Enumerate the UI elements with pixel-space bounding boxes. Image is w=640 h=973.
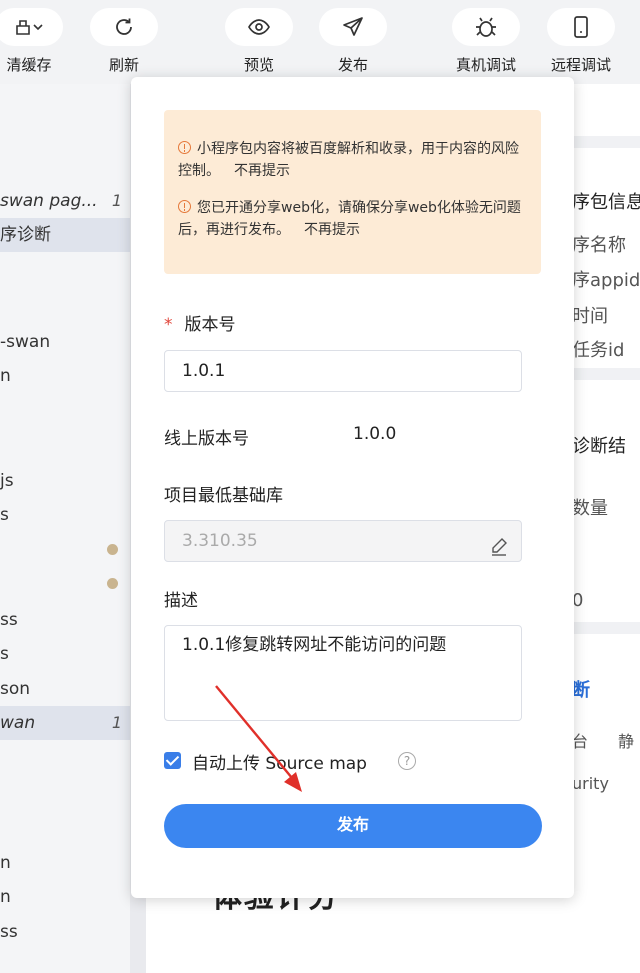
device-debug-label: 真机调试 [455, 56, 516, 74]
clear-cache-button[interactable]: 清缓存 [0, 8, 66, 78]
sourcemap-label: 自动上传 Source map [192, 754, 367, 774]
warning-icon [178, 200, 191, 213]
refresh-button[interactable]: 刷新 [87, 8, 161, 78]
clear-cache-label: 清缓存 [6, 56, 52, 74]
min-lib-label: 项目最低基础库 [164, 486, 283, 506]
diagnosis-heading: 诊断结 [572, 436, 626, 457]
online-version-label: 线上版本号 [164, 429, 249, 449]
tree-item[interactable]: wan 1 [0, 706, 130, 740]
device-debug-button[interactable]: 真机调试 [449, 8, 523, 78]
description-textarea[interactable]: 1.0.1修复跳转网址不能访问的问题 [164, 625, 522, 721]
send-icon [342, 16, 364, 38]
tree-item[interactable]: js [0, 464, 130, 498]
publish-toolbar-label: 发布 [337, 56, 368, 74]
eye-icon [247, 18, 271, 36]
version-label: * 版本号 [164, 315, 236, 335]
notice-box: 小程序包内容将被百度解析和收录，用于内容的风险控制。 不再提示 您已开通分享web… [164, 110, 541, 274]
modified-dot [107, 578, 118, 589]
tree-item[interactable]: n [0, 359, 130, 393]
tab-console[interactable]: 台 [572, 728, 588, 752]
info-row: 序appid [572, 270, 640, 291]
tree-item[interactable]: n [0, 846, 130, 880]
publish-button[interactable]: 发布 [164, 804, 542, 848]
help-icon[interactable]: ? [398, 752, 416, 770]
min-lib-input: 3.310.35 [164, 520, 522, 562]
info-row: 数量 [572, 498, 608, 519]
refresh-icon [113, 16, 135, 38]
online-version-value: 1.0.0 [353, 424, 397, 444]
tree-item[interactable]: -swan [0, 325, 130, 359]
dont-remind-link[interactable]: 不再提示 [304, 222, 360, 238]
tree-item[interactable]: s [0, 498, 130, 532]
package-info-heading: 序包信息 [572, 192, 640, 213]
top-toolbar: 清缓存 刷新 预览 发布 真机调试 远程调试 [0, 0, 640, 84]
notice-item: 小程序包内容将被百度解析和收录，用于内容的风险控制。 不再提示 [178, 141, 519, 179]
clean-cache-icon [14, 17, 44, 37]
tab-diagnosis[interactable]: 断 [572, 676, 590, 702]
version-input[interactable]: 1.0.1 [164, 350, 522, 392]
remote-debug-label: 远程调试 [550, 56, 611, 74]
preview-label: 预览 [243, 56, 274, 74]
info-row: 时间 [572, 306, 608, 327]
tree-item[interactable]: n [0, 880, 130, 914]
notice-item: 您已开通分享web化，请确保分享web化体验无问题后，再进行发布。 不再提示 [178, 200, 521, 238]
tree-item-selected[interactable]: 序诊断 [0, 218, 130, 252]
tree-item[interactable]: son [0, 672, 130, 706]
info-row: 序名称 [572, 235, 626, 256]
tree-item[interactable]: swan pag... 1 [0, 184, 130, 218]
description-label: 描述 [164, 591, 198, 611]
phone-icon [572, 15, 590, 39]
bug-icon [474, 16, 498, 38]
publish-dialog: 小程序包内容将被百度解析和收录，用于内容的风险控制。 不再提示 您已开通分享web… [131, 77, 574, 898]
dont-remind-link[interactable]: 不再提示 [234, 163, 290, 179]
tab-static[interactable]: 静 [618, 728, 634, 752]
refresh-label: 刷新 [108, 56, 139, 74]
sourcemap-checkbox[interactable] [164, 752, 181, 769]
tree-item[interactable]: ss [0, 915, 130, 949]
remote-debug-button[interactable]: 远程调试 [544, 8, 618, 78]
tree-item[interactable]: ss [0, 603, 130, 637]
file-tree: swan pag... 1 序诊断 -swan n js s ss s son w… [0, 84, 130, 973]
tree-item[interactable]: s [0, 637, 130, 671]
edit-icon[interactable] [489, 531, 509, 571]
info-row: 任务id [572, 340, 625, 361]
required-mark: * [164, 315, 173, 335]
security-item: urity [572, 774, 609, 793]
modified-dot [107, 544, 118, 555]
preview-button[interactable]: 预览 [222, 8, 296, 78]
warning-icon [178, 141, 191, 154]
publish-toolbar-button[interactable]: 发布 [316, 8, 390, 78]
